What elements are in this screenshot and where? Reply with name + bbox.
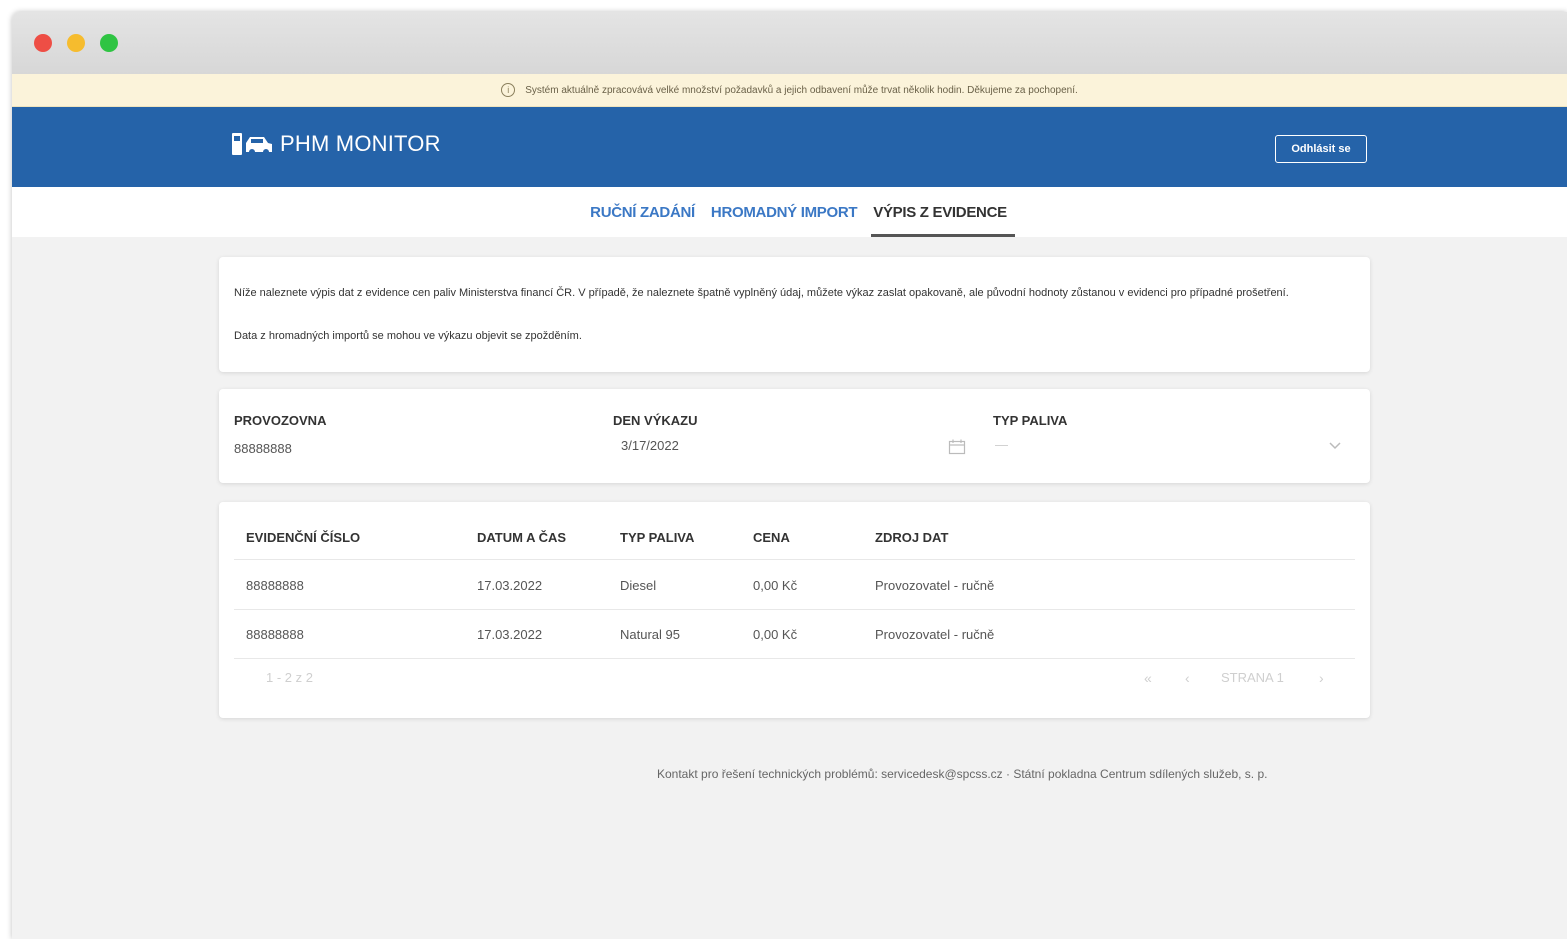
- report-day-label: DEN VÝKAZU: [613, 413, 698, 428]
- pagination-range: 1 - 2 z 2: [266, 670, 313, 685]
- fuel-car-icon: [232, 133, 272, 155]
- filter-card: PROVOZOVNA 88888888 DEN VÝKAZU 3/17/2022…: [219, 389, 1370, 483]
- cell-fuel-type: Diesel: [620, 578, 657, 593]
- app-header: PHM MONITOR Odhlásit se: [12, 107, 1567, 187]
- fuel-type-label: TYP PALIVA: [993, 413, 1068, 428]
- cell-data-source: Provozovatel - ručně: [875, 578, 995, 593]
- column-header-record-number[interactable]: EVIDENČNÍ ČÍSLO: [246, 530, 360, 545]
- notice-text: Systém aktuálně zpracovává velké množstv…: [525, 84, 1078, 96]
- row-divider: [234, 609, 1355, 610]
- column-header-data-source[interactable]: ZDROJ DAT: [875, 530, 948, 545]
- browser-window: i Systém aktuálně zpracovává velké množs…: [12, 12, 1567, 939]
- row-divider: [234, 658, 1355, 659]
- cell-data-source: Provozovatel - ručně: [875, 627, 995, 642]
- cell-datetime: 17.03.2022: [477, 578, 543, 593]
- window-titlebar: [12, 12, 1567, 74]
- column-header-fuel-type[interactable]: TYP PALIVA: [620, 530, 694, 545]
- system-notice-bar: i Systém aktuálně zpracovává velké množs…: [12, 74, 1567, 107]
- cell-record-number: 88888888: [246, 627, 304, 642]
- chevron-down-icon[interactable]: [1328, 441, 1342, 451]
- previous-page-icon[interactable]: ‹: [1185, 670, 1190, 686]
- maximize-window-button[interactable]: [100, 34, 118, 52]
- tab-manual-entry[interactable]: RUČNÍ ZADÁNÍ: [582, 187, 703, 237]
- provozovna-field[interactable]: 88888888: [234, 441, 292, 456]
- next-page-icon[interactable]: ›: [1319, 670, 1324, 686]
- column-header-datetime[interactable]: DATUM A ČAS: [477, 530, 566, 545]
- intro-paragraph: Níže naleznete výpis dat z evidence cen …: [234, 287, 1289, 299]
- header-divider: [234, 559, 1355, 560]
- first-page-icon[interactable]: «: [1144, 670, 1152, 686]
- fuel-type-select[interactable]: —: [995, 437, 1008, 452]
- cell-record-number: 88888888: [246, 578, 304, 593]
- calendar-icon[interactable]: [948, 439, 966, 455]
- records-table-card: EVIDENČNÍ ČÍSLO DATUM A ČAS TYP PALIVA C…: [219, 502, 1370, 718]
- cell-datetime: 17.03.2022: [477, 627, 543, 642]
- intro-card: Níže naleznete výpis dat z evidence cen …: [219, 257, 1370, 372]
- close-window-button[interactable]: [34, 34, 52, 52]
- tab-evidence-listing[interactable]: VÝPIS Z EVIDENCE: [865, 187, 1015, 237]
- cell-price: 0,00 Kč: [753, 578, 798, 593]
- info-icon: i: [501, 83, 516, 97]
- report-day-field[interactable]: 3/17/2022: [621, 438, 679, 453]
- intro-note: Data z hromadných importů se mohou ve vý…: [234, 330, 582, 342]
- column-header-price[interactable]: CENA: [753, 530, 790, 545]
- logout-button[interactable]: Odhlásit se: [1275, 135, 1367, 163]
- minimize-window-button[interactable]: [67, 34, 85, 52]
- tab-bulk-import[interactable]: HROMADNÝ IMPORT: [703, 187, 865, 237]
- app-logo[interactable]: PHM MONITOR: [230, 131, 441, 157]
- tab-bar: RUČNÍ ZADÁNÍ HROMADNÝ IMPORT VÝPIS Z EVI…: [12, 187, 1567, 237]
- logo-text: PHM MONITOR: [280, 131, 441, 156]
- provozovna-label: PROVOZOVNA: [234, 413, 327, 428]
- cell-fuel-type: Natural 95: [620, 627, 680, 642]
- footer-contact: Kontakt pro řešení technických problémů:…: [657, 767, 1268, 781]
- cell-price: 0,00 Kč: [753, 627, 798, 642]
- pagination-page-label: STRANA 1: [1221, 670, 1284, 685]
